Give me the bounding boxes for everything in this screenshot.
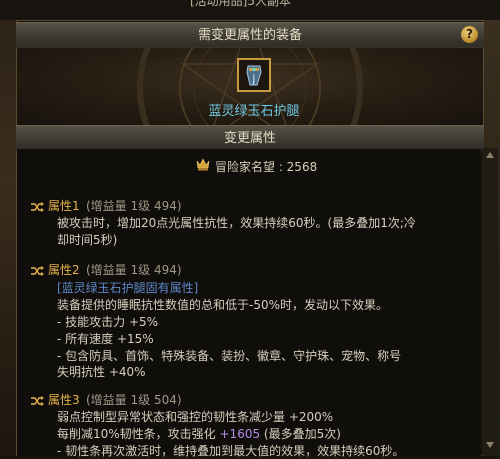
attr-1-name: 属性1: [48, 199, 80, 213]
attr-3-line-1: 弱点控制型异常状态和强控的韧性条减少量 +200%: [57, 410, 334, 424]
fame-crown-icon: [196, 158, 210, 171]
attr-2-line-3: - 技能攻击力 +5%: [57, 315, 159, 329]
attr-3-highlight-value: +1605: [219, 427, 261, 441]
shuffle-icon: [31, 202, 44, 212]
attr-2-line-4: - 所有速度 +15%: [57, 332, 154, 346]
scrollbar[interactable]: [482, 148, 498, 456]
attr-3-line-3: - 韧性条再次激活时，维持叠加到最大值的效果，效果持续60秒。: [57, 444, 405, 458]
attr-2-name: 属性2: [48, 263, 80, 277]
equip-item-name: 蓝灵绿玉石护腿: [208, 104, 300, 119]
attr-3-line-2c: (最多叠加5次): [260, 427, 341, 441]
shuffle-icon: [31, 396, 44, 406]
background-left: [0, 0, 16, 456]
attr-2-meta: (增益量 1级 494): [86, 263, 182, 277]
fame-label: 冒险家名望 : 2568: [215, 160, 318, 174]
equip-section-header: 需变更属性的装备 ?: [16, 22, 484, 48]
scroll-down-icon[interactable]: [486, 441, 494, 449]
attr-2-line-6: 失明抗性 +40%: [57, 365, 146, 379]
attr-3-line-2: 每削减10%韧性条，攻击强化 +1605 (最多叠加5次): [57, 426, 341, 442]
attr-2-line-5: - 包含防具、首饰、特殊装备、装扮、徽章、守护珠、宠物、称号: [57, 349, 402, 363]
attr-2-line-2: 装备提供的睡眠抗性数值的总和低于-50%时，发动以下效果。: [57, 298, 389, 312]
attr-2-unique-tag: [蓝灵绿玉石护腿固有属性]: [57, 281, 199, 295]
scroll-up-icon[interactable]: [486, 151, 494, 159]
leg-armor-icon[interactable]: [237, 58, 271, 92]
attr-1-line-1: 被攻击时，增加20点光属性抗性，效果持续60秒。(最多叠加1次;冷: [57, 216, 416, 230]
change-section-title: 变更属性: [223, 131, 276, 146]
attr-3-meta: (增益量 1级 504): [86, 393, 182, 407]
attr-1-meta: (增益量 1级 494): [86, 199, 182, 213]
top-title: [活动用品]5人副本: [190, 0, 291, 8]
shuffle-icon: [31, 266, 44, 276]
help-icon[interactable]: ?: [461, 26, 478, 43]
change-section-header: 变更属性: [16, 125, 484, 151]
attr-1-line-2: 却时间5秒): [57, 233, 118, 247]
attr-3-line-2a: 每削减10%韧性条，攻击强化: [57, 427, 220, 441]
top-title-bar: [活动用品]5人副本: [0, 0, 500, 20]
attr-3-name: 属性3: [48, 393, 80, 407]
equip-section-title: 需变更属性的装备: [197, 28, 302, 43]
